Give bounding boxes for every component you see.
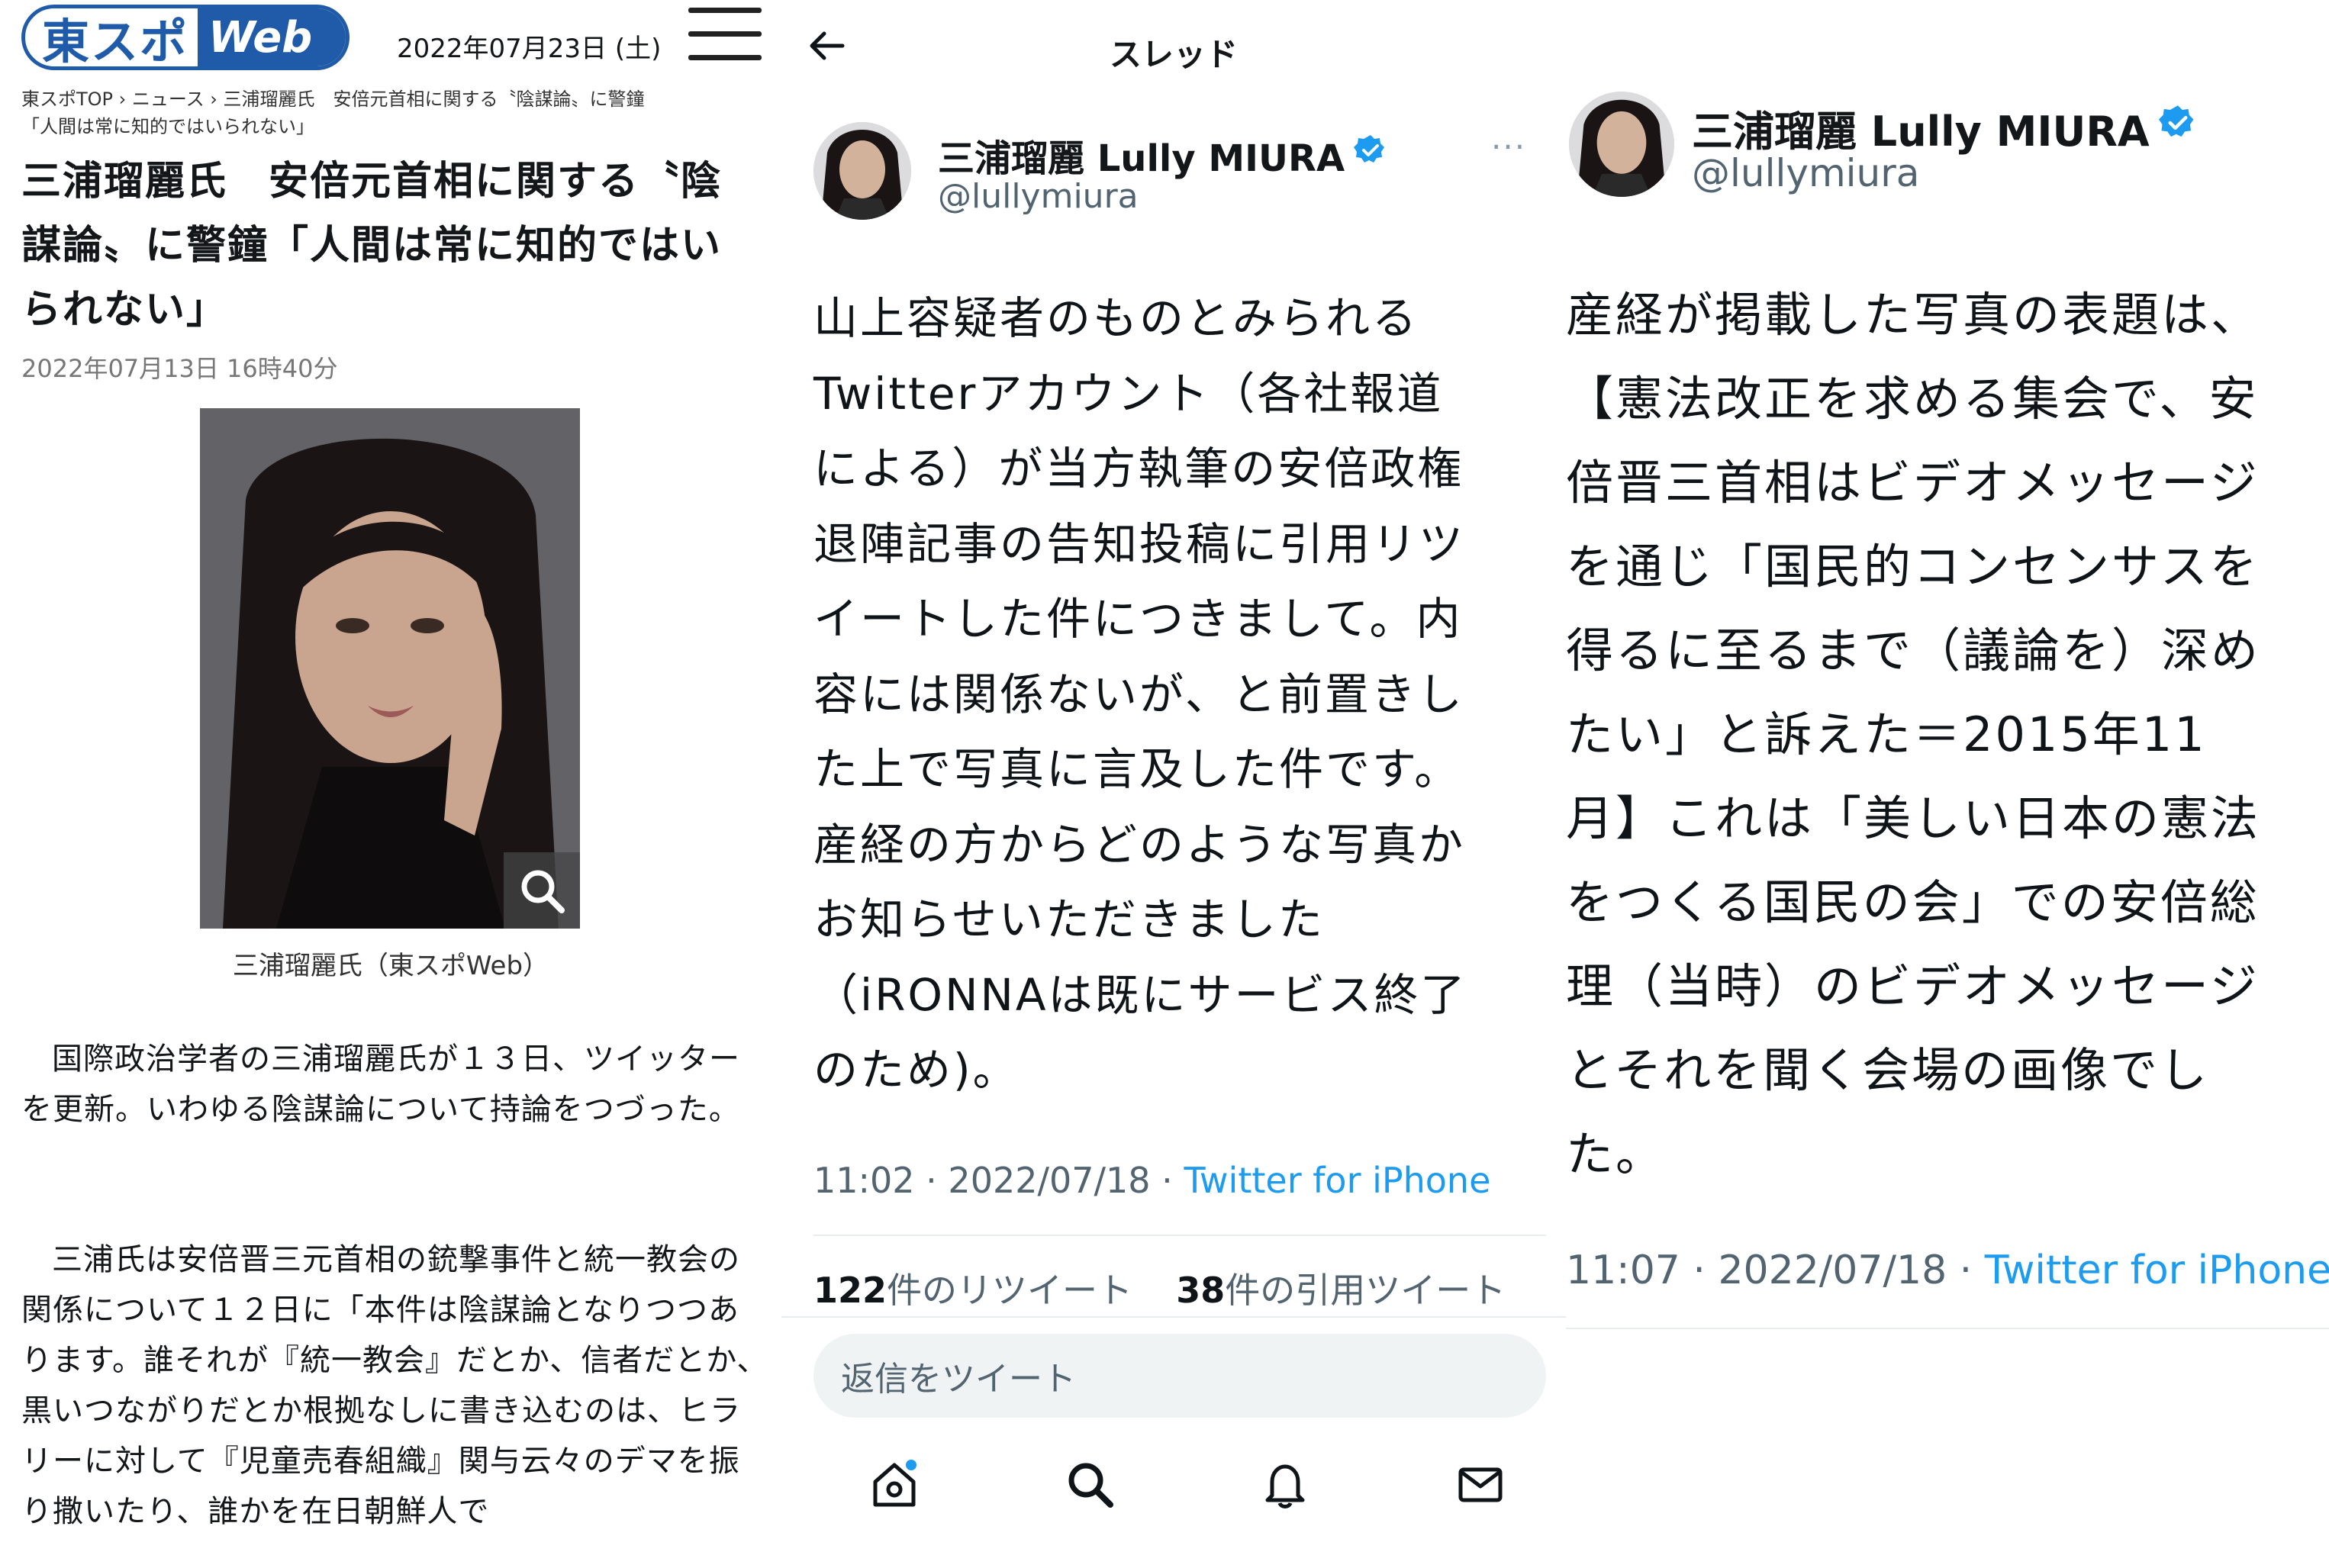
tweet-source-link[interactable]: Twitter for iPhone bbox=[1184, 1160, 1490, 1201]
quotes-stat[interactable]: 38件の引用ツイート bbox=[1176, 1270, 1506, 1311]
article-paragraph-1: 国際政治学者の三浦瑠麗氏が１３日、ツイッターを更新。いわゆる陰謀論について持論を… bbox=[21, 1042, 740, 1127]
tweet-time: 11:07 · 2022/07/18 · bbox=[1566, 1248, 1985, 1293]
logo-text: 東スポ bbox=[42, 14, 189, 69]
retweets-label: 件のリツイート bbox=[887, 1270, 1133, 1311]
quotes-count: 38 bbox=[1176, 1270, 1226, 1311]
divider bbox=[781, 1316, 1566, 1318]
portrait-image bbox=[200, 408, 580, 929]
photo-caption: 三浦瑠麗氏（東スポWeb） bbox=[232, 951, 549, 981]
home-icon[interactable] bbox=[864, 1454, 925, 1515]
reply-input[interactable]: 返信をツイート bbox=[813, 1334, 1546, 1418]
breadcrumb-title: 「人間は常に知的ではいられない」 bbox=[21, 116, 314, 137]
author-name-text: 三浦瑠麗 Lully MIURA bbox=[1692, 108, 2150, 156]
verified-badge-icon bbox=[2158, 104, 2197, 152]
header-date: 2022年07月23日 (土) bbox=[397, 34, 662, 64]
breadcrumb[interactable]: 東スポTOP › ニュース › 三浦瑠麗氏 安倍元首相に関する〝陰謀論〟に警鐘 bbox=[21, 84, 645, 111]
author-name[interactable]: 三浦瑠麗 Lully MIURA bbox=[1692, 98, 2197, 158]
publish-date: 2022年07月13日 16時40分 bbox=[21, 354, 338, 383]
tweet-meta: 11:02 · 2022/07/18 · Twitter for iPhone bbox=[813, 1160, 1490, 1201]
search-icon[interactable] bbox=[1059, 1454, 1120, 1515]
divider bbox=[1566, 1328, 2329, 1329]
article-paragraph-2: 三浦氏は安倍晋三元首相の銃撃事件と統一教会の関係について１２日に「本件は陰謀論と… bbox=[21, 1242, 768, 1529]
author-handle[interactable]: @lullymiura bbox=[1692, 151, 1919, 195]
tweet-text: 産経が掲載した写真の表題は、 【憲法改正を求める集会で、安 倍晋三首相はビデオメ… bbox=[1566, 287, 2261, 1182]
quotes-label: 件の引用ツイート bbox=[1225, 1270, 1506, 1311]
verified-badge-icon bbox=[1354, 134, 1387, 176]
author-name-text: 三浦瑠麗 Lully MIURA bbox=[938, 137, 1345, 180]
avatar[interactable] bbox=[813, 122, 911, 220]
site-logo[interactable]: 東スポ Web bbox=[21, 5, 350, 70]
article-photo[interactable] bbox=[200, 408, 580, 929]
thread-panel: スレッド 三浦瑠麗 Lully MIURA @lullymiura ··· 山上… bbox=[781, 0, 1566, 1568]
logo-web-text: Web bbox=[198, 8, 346, 66]
divider bbox=[813, 1235, 1546, 1236]
continuation-panel: 三浦瑠麗 Lully MIURA @lullymiura 産経が掲載した写真の表… bbox=[1566, 0, 2329, 1568]
mail-icon[interactable] bbox=[1450, 1454, 1511, 1515]
retweets-stat[interactable]: 122件のリツイート bbox=[813, 1270, 1132, 1311]
more-options-icon[interactable]: ··· bbox=[1491, 128, 1526, 166]
author-name[interactable]: 三浦瑠麗 Lully MIURA bbox=[938, 128, 1387, 182]
bell-icon[interactable] bbox=[1255, 1454, 1316, 1515]
hamburger-menu-icon[interactable] bbox=[688, 8, 762, 61]
thread-header-title: スレッド bbox=[1109, 36, 1238, 73]
retweets-count: 122 bbox=[813, 1270, 887, 1311]
article-title: 三浦瑠麗氏 安倍元首相に関する〝陰謀論〟に警鐘「人間は常に知的ではいられない」 bbox=[21, 159, 723, 333]
tweet-meta: 11:07 · 2022/07/18 · Twitter for iPhone bbox=[1566, 1248, 2329, 1293]
tweet-text: 山上容疑者のものとみられる Twitterアカウント（各社報道 による）が当方執… bbox=[813, 292, 1467, 1096]
tweet-stats: 122件のリツイート 38件の引用ツイート bbox=[813, 1263, 1506, 1313]
tweet-time: 11:02 · 2022/07/18 · bbox=[813, 1160, 1184, 1201]
back-arrow-icon[interactable] bbox=[804, 23, 850, 76]
zoom-icon[interactable] bbox=[504, 852, 580, 929]
tweet-source-link[interactable]: Twitter for iPhone bbox=[1985, 1248, 2329, 1293]
avatar[interactable] bbox=[1569, 92, 1674, 197]
author-handle[interactable]: @lullymiura bbox=[938, 177, 1139, 216]
article-panel: 東スポ Web 2022年07月23日 (土) 東スポTOP › ニュース › … bbox=[0, 0, 781, 1568]
